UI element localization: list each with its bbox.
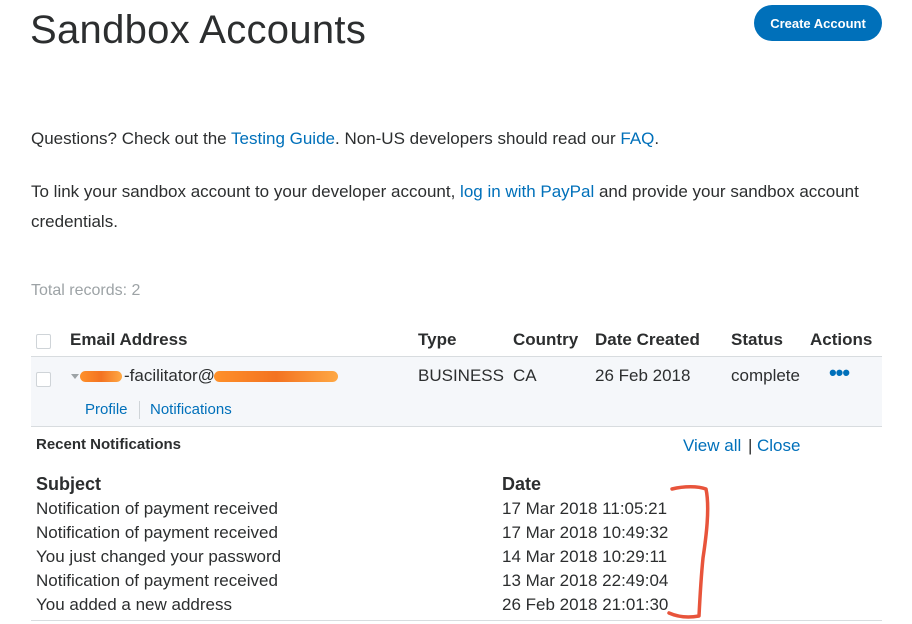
notification-subject: You just changed your password [36,547,282,566]
notification-date: 13 Mar 2018 22:49:04 [502,571,669,590]
page-title: Sandbox Accounts [30,8,367,52]
notification-date: 17 Mar 2018 10:49:32 [502,523,669,542]
notification-date: 26 Feb 2018 21:01:30 [502,595,669,614]
profile-link[interactable]: Profile [85,401,128,418]
account-email: -facilitator@ [124,366,215,385]
notification-subject: Notification of payment received [36,571,278,590]
subject-header: Subject [36,474,102,494]
account-country: CA [513,366,537,385]
notification-subject: Notification of payment received [36,523,278,542]
more-dots-icon[interactable]: ••• [826,362,852,388]
account-date-created: 26 Feb 2018 [595,366,691,385]
row-divider [31,426,882,427]
link-text-prefix: To link your sandbox account to your dev… [31,182,461,201]
create-account-button[interactable]: Create Account [754,5,882,41]
view-all-link[interactable]: View all [683,436,741,456]
questions-paragraph: Questions? Check out the Testing Guide. … [31,124,659,154]
red-bracket-annotation [667,485,710,619]
total-records: Total records: 2 [31,282,141,299]
testing-guide-link[interactable]: Testing Guide [231,129,335,148]
column-header-email[interactable]: Email Address [70,330,187,350]
column-header-date-created[interactable]: Date Created [595,330,700,350]
account-type: BUSINESS [418,366,504,385]
row-checkbox[interactable] [36,372,51,387]
panel-bottom-divider [31,620,882,621]
notifications-link[interactable]: Notifications [150,401,232,418]
view-close-separator: | [748,436,753,455]
redacted-email-prefix [80,371,122,382]
close-link[interactable]: Close [757,436,800,456]
recent-notifications-title: Recent Notifications [36,436,182,453]
column-header-status[interactable]: Status [731,330,783,350]
link-separator [139,401,140,419]
expand-caret-icon[interactable] [71,374,79,379]
redacted-email-domain [214,371,338,382]
column-header-actions: Actions [810,330,873,349]
date-header: Date [502,474,542,494]
questions-text-prefix: Questions? Check out the [31,129,232,148]
column-header-type[interactable]: Type [418,330,456,350]
login-with-paypal-link[interactable]: log in with PayPal [460,182,594,201]
link-account-paragraph: To link your sandbox account to your dev… [31,177,871,237]
column-header-country[interactable]: Country [513,330,578,350]
notification-subject: Notification of payment received [36,499,278,518]
questions-text-middle: . Non-US developers should read our [335,129,621,148]
account-status: complete [731,366,800,385]
questions-text-suffix: . [654,129,660,148]
notification-date: 17 Mar 2018 11:05:21 [502,499,668,518]
notification-date: 14 Mar 2018 10:29:11 [502,547,668,566]
faq-link[interactable]: FAQ [620,129,654,148]
notification-subject: You added a new address [36,595,232,614]
select-all-checkbox[interactable] [36,334,51,349]
